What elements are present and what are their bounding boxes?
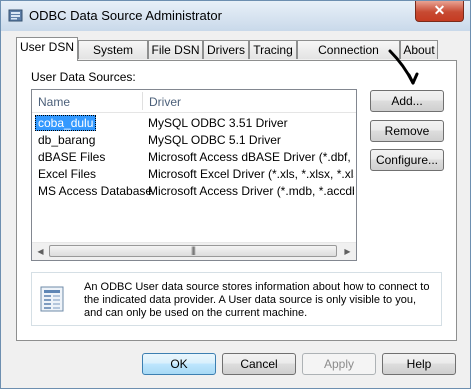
help-button[interactable]: Help [382, 353, 456, 375]
list-item[interactable]: dBASE Files Microsoft Access dBASE Drive… [32, 149, 356, 165]
list-item-name: dBASE Files [38, 150, 106, 164]
title-bar[interactable]: ODBC Data Source Administrator ✕ [1, 1, 470, 31]
list-item-driver: MySQL ODBC 3.51 Driver [148, 116, 288, 130]
odbc-window: ODBC Data Source Administrator ✕ User DS… [0, 0, 471, 389]
info-box: An ODBC User data source stores informat… [31, 272, 442, 326]
tab-tracing[interactable]: Tracing [249, 40, 297, 59]
list-item[interactable]: Excel Files Microsoft Excel Driver (*.xl… [32, 166, 356, 182]
list-header: Name Driver [32, 90, 356, 113]
column-header-name[interactable]: Name [32, 90, 142, 112]
remove-button[interactable]: Remove [370, 120, 444, 142]
scroll-left-icon[interactable]: ◀ [32, 243, 49, 260]
list-item[interactable]: db_barang MySQL ODBC 5.1 Driver [32, 132, 356, 148]
tab-user-dsn[interactable]: User DSN [16, 37, 78, 61]
user-dsn-list[interactable]: Name Driver coba_dulu MySQL ODBC 3.51 Dr… [31, 89, 357, 261]
list-item-driver: Microsoft Access Driver (*.mdb, *.accdb) [148, 184, 354, 198]
configure-button[interactable]: Configure... [370, 149, 444, 171]
list-item-driver: Microsoft Access dBASE Driver (*.dbf, *.… [148, 150, 354, 164]
close-icon: ✕ [433, 2, 446, 18]
database-list-icon [40, 286, 64, 312]
list-item-name: MS Access Database [38, 184, 153, 198]
tab-file-dsn[interactable]: File DSN [148, 40, 203, 59]
hand-drawn-arrow [388, 49, 419, 85]
close-button[interactable]: ✕ [415, 1, 464, 22]
column-header-driver[interactable]: Driver [143, 90, 356, 112]
tab-drivers[interactable]: Drivers [203, 40, 249, 59]
list-item-driver: Microsoft Excel Driver (*.xls, *.xlsx, *… [148, 167, 354, 181]
list-item[interactable]: MS Access Database Microsoft Access Driv… [32, 183, 356, 199]
ok-button[interactable]: OK [142, 353, 216, 375]
cancel-button[interactable]: Cancel [222, 353, 296, 375]
tab-connection-pooling[interactable]: Connection Pooling [297, 40, 400, 76]
list-item[interactable]: coba_dulu MySQL ODBC 3.51 Driver [32, 115, 356, 131]
info-text: An ODBC User data source stores informat… [84, 281, 430, 319]
tab-system-dsn[interactable]: System DSN [78, 40, 148, 76]
list-item-name: coba_dulu [35, 115, 97, 131]
add-button[interactable]: Add... [370, 90, 444, 112]
scroll-right-icon[interactable]: ▶ [339, 243, 356, 260]
odbc-admin-icon [8, 9, 23, 22]
list-item-name: db_barang [38, 133, 96, 147]
scrollbar-thumb[interactable]: ||| [49, 245, 337, 257]
user-data-sources-label: User Data Sources: [31, 70, 136, 84]
window-title: ODBC Data Source Administrator [29, 8, 222, 23]
horizontal-scrollbar[interactable]: ◀ ||| ▶ [32, 242, 356, 260]
list-item-driver: MySQL ODBC 5.1 Driver [148, 133, 281, 147]
apply-button[interactable]: Apply [302, 353, 376, 375]
list-item-name: Excel Files [38, 167, 97, 181]
